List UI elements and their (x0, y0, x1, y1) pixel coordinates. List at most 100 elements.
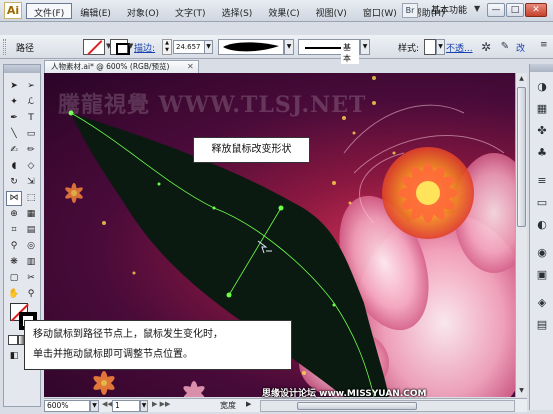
grip-handle[interactable] (3, 39, 6, 55)
document-tab[interactable]: 人物素材.ai* @ 600% (RGB/预览) ✕ (44, 60, 199, 73)
panel-menu-icon[interactable]: ≡ (540, 40, 548, 50)
profile-label: 基本 (341, 42, 359, 64)
stroke-weight-stepper[interactable]: ▲ ▼ (162, 39, 172, 55)
magic-wand-tool-icon[interactable]: ✦ (6, 95, 22, 110)
selection-tool-icon[interactable]: ➤ (6, 79, 22, 94)
graphic-style-icon[interactable]: ✎ (497, 39, 513, 55)
hand-tool-icon[interactable]: ✋ (6, 287, 22, 302)
line-tool-icon[interactable]: ╲ (6, 127, 22, 142)
fill-swatch[interactable] (83, 39, 105, 55)
stroke-weight-dropdown[interactable]: ▼ (204, 40, 213, 54)
perspective-grid-tool-icon[interactable]: ▦ (23, 207, 39, 222)
menu-type[interactable]: 文字(T) (167, 3, 214, 19)
instruction-line-2: 单击并拖动鼠标即可调整节点位置。 (33, 349, 193, 360)
graphic-styles-panel-icon[interactable]: ▣ (533, 266, 551, 284)
menu-edit[interactable]: 编辑(E) (72, 3, 119, 19)
blend-tool-icon[interactable]: ◎ (23, 239, 39, 254)
scale-tool-icon[interactable]: ⇲ (23, 175, 39, 190)
appearance-panel-icon[interactable]: ◉ (533, 244, 551, 262)
color-panel-icon[interactable]: ◑ (533, 78, 551, 96)
brush-definition-preview[interactable]: 基本 (298, 39, 360, 64)
blob-brush-tool-icon[interactable]: ◖ (6, 159, 22, 174)
next-page-icon[interactable]: ▶ ▶▶ (152, 400, 170, 408)
direct-selection-tool-icon[interactable]: ➢ (23, 79, 39, 94)
mesh-tool-icon[interactable]: ⌗ (6, 223, 22, 238)
pencil-tool-icon[interactable]: ✏ (23, 143, 39, 158)
menu-file[interactable]: 文件(F) (26, 3, 73, 19)
zoom-dropdown[interactable]: ▼ (90, 400, 99, 412)
column-graph-tool-icon[interactable]: ▥ (23, 255, 39, 270)
horizontal-scrollbar[interactable] (260, 400, 515, 412)
workspace-switcher[interactable]: 基本功能 (426, 3, 472, 18)
scroll-up-icon[interactable]: ▲ (516, 73, 527, 84)
stroke-swatch[interactable] (110, 39, 130, 55)
gear-icon[interactable]: ✲ (478, 39, 494, 55)
width-tool-icon[interactable]: ⋈ (6, 191, 22, 206)
close-button[interactable]: ✕ (525, 3, 547, 17)
status-bar: 600% ▼ ◀◀ 1 ▼ ▶ ▶▶ 宽度 ▶ (44, 398, 527, 412)
shape-builder-tool-icon[interactable]: ⊕ (6, 207, 22, 222)
status-arrow-icon[interactable]: ▶ (246, 400, 251, 408)
stroke-weight-input[interactable]: 24.657 (173, 40, 205, 54)
brushes-panel-icon[interactable]: ✤ (533, 122, 551, 140)
layers-panel-icon[interactable]: ◈ (533, 294, 551, 312)
menu-object[interactable]: 对象(O) (119, 3, 167, 19)
page-input[interactable]: 1 (112, 400, 140, 412)
bridge-icon[interactable]: Br (402, 3, 418, 18)
menu-window[interactable]: 窗口(W) (355, 3, 405, 19)
horizontal-scroll-thumb[interactable] (297, 402, 417, 410)
symbol-sprayer-tool-icon[interactable]: ❋ (6, 255, 22, 270)
status-text[interactable]: 宽度 (220, 400, 236, 411)
page-dropdown[interactable]: ▼ (140, 400, 148, 412)
slice-tool-icon[interactable]: ✂ (23, 271, 39, 286)
close-icon[interactable]: ✕ (187, 61, 194, 73)
draw-normal-icon[interactable]: ◧ (6, 349, 22, 364)
scroll-down-icon[interactable]: ▼ (516, 385, 527, 396)
paintbrush-tool-icon[interactable]: ✍ (6, 143, 22, 158)
zoom-tool-icon[interactable]: ⚲ (23, 287, 39, 302)
stroke-panel-icon[interactable]: ≡ (533, 172, 551, 190)
collapsed-panels: ◑ ▦ ✤ ♣ ≡ ▭ ◐ ◉ ▣ ◈ ▤ (529, 64, 553, 410)
variable-width-preview[interactable] (218, 39, 284, 55)
recolor-link[interactable]: 改 (516, 41, 525, 54)
profile-dropdown[interactable]: ▼ (360, 39, 370, 55)
chevron-down-icon[interactable]: ▼ (128, 42, 133, 50)
opacity-link[interactable]: 不透... (446, 41, 473, 54)
tools-panel-header[interactable] (4, 65, 40, 73)
brush-dropdown[interactable]: ▼ (284, 39, 294, 55)
lasso-tool-icon[interactable]: ℒ (23, 95, 39, 110)
maximize-button[interactable]: □ (506, 3, 524, 17)
minimize-button[interactable]: — (487, 3, 505, 17)
zoom-input[interactable]: 600% (44, 400, 90, 412)
illustrator-window: Ai 文件(F) 编辑(E) 对象(O) 文字(T) 选择(S) 效果(C) 视… (0, 0, 553, 414)
panels-header[interactable] (530, 64, 553, 72)
rotate-tool-icon[interactable]: ↻ (6, 175, 22, 190)
eyedropper-tool-icon[interactable]: ⚲ (6, 239, 22, 254)
artboard-tool-icon[interactable]: ▢ (6, 271, 22, 286)
small-orange-flower (93, 371, 115, 395)
symbols-panel-icon[interactable]: ♣ (533, 144, 551, 162)
color-mode-icon[interactable] (8, 335, 18, 345)
artboards-panel-icon[interactable]: ▤ (533, 316, 551, 334)
menu-view[interactable]: 视图(V) (308, 3, 355, 19)
gradient-panel-icon[interactable]: ▭ (533, 194, 551, 212)
gradient-tool-icon[interactable]: ▤ (23, 223, 39, 238)
eraser-tool-icon[interactable]: ◇ (23, 159, 39, 174)
vertical-scroll-thumb[interactable] (517, 87, 526, 227)
type-tool-icon[interactable]: T (23, 111, 39, 126)
vertical-scrollbar[interactable]: ▲ ▼ (515, 73, 527, 397)
instruction-callout-release: 释放鼠标改变形状 (193, 137, 310, 163)
width-profile-shape (223, 42, 279, 52)
rectangle-tool-icon[interactable]: ▭ (23, 127, 39, 142)
free-transform-tool-icon[interactable]: ⬚ (23, 191, 39, 206)
starburst-flower-artwork (382, 147, 474, 239)
chevron-down-icon[interactable]: ▼ (474, 4, 480, 13)
menu-select[interactable]: 选择(S) (214, 3, 261, 19)
pen-tool-icon[interactable]: ✒ (6, 111, 22, 126)
style-dropdown[interactable]: ▼ (436, 39, 445, 55)
swatches-panel-icon[interactable]: ▦ (533, 100, 551, 118)
menu-effect[interactable]: 效果(C) (260, 3, 307, 19)
stroke-link[interactable]: 描边: (134, 41, 155, 54)
style-swatch[interactable] (424, 39, 436, 55)
transparency-panel-icon[interactable]: ◐ (533, 216, 551, 234)
